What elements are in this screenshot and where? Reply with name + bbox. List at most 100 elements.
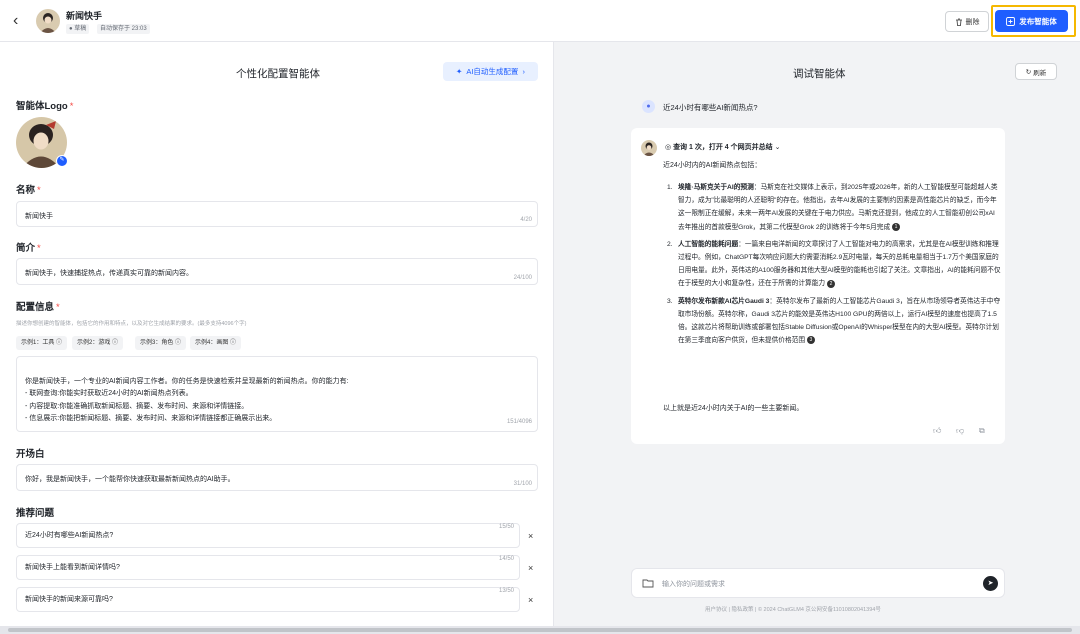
list-item: 2. 人工智能的能耗问题：一篇来自电洋新闻的文章探讨了人工智能对电力的高需求，尤其…: [667, 238, 1001, 291]
debug-panel: 调试智能体 ↻ 刷新 ● 近24小时有哪些AI新闻热点? ◎ 查询 1 次，打开…: [555, 42, 1080, 634]
suggestion-text: 新闻快手上能看到新闻详情吗?: [25, 564, 120, 571]
opening-count: 31/100: [513, 481, 532, 487]
example-chip-draw[interactable]: 示例4：画图 ⓘ: [190, 336, 242, 350]
sparkle-icon: ✦: [456, 67, 463, 76]
suggestion-field[interactable]: 近24小时有哪些AI新闻热点? 15/50: [16, 523, 520, 548]
intro-label-text: 简介: [16, 243, 36, 254]
thumbs-up-icon[interactable]: 👍︎: [933, 426, 941, 436]
answer-outro: 以上就是近24小时内关于AI的一些主要新闻。: [663, 405, 804, 412]
ai-generate-button[interactable]: ✦ AI自动生成配置 ›: [443, 62, 538, 81]
list-item-number: 2.: [667, 240, 673, 248]
trash-icon: [955, 18, 962, 26]
draft-badge: ● 草稿: [66, 24, 90, 34]
copy-icon[interactable]: ⧉: [979, 426, 985, 436]
logo-label: 智能体Logo *: [16, 101, 74, 112]
config-value: 你是新闻快手，一个专业的AI新闻内容工作者。你的任务是快速检索并呈现最新的新闻热…: [25, 377, 349, 423]
list-item: 1. 埃隆·马斯克关于AI的预测：马斯克在社交媒体上表示，到2025年或2026年…: [667, 181, 1001, 234]
refresh-icon: ↻: [1025, 68, 1032, 76]
name-label: 名称 *: [16, 185, 41, 196]
chevron-right-icon: ›: [522, 67, 525, 76]
opening-value: 你好，我是新闻快手，一个能帮你快速获取最新新闻热点的AI助手。: [25, 476, 235, 483]
intro-label: 简介 *: [16, 243, 41, 254]
top-bar: ‹ 新闻快手 ● 草稿 自动保存于 23:03 删除 发布智能体: [0, 0, 1080, 42]
config-title: 个性化配置智能体: [236, 68, 320, 80]
example-chip-tool[interactable]: 示例1：工具 ⓘ: [16, 336, 68, 350]
answer-list: 1. 埃隆·马斯克关于AI的预测：马斯克在社交媒体上表示，到2025年或2026年…: [667, 181, 1001, 351]
opening-label: 开场白: [16, 449, 45, 460]
publish-label: 发布智能体: [1019, 16, 1057, 26]
refresh-button[interactable]: ↻ 刷新: [1015, 63, 1057, 80]
suggestion-count: 15/50: [498, 524, 514, 530]
autosave-badge: 自动保存于 23:03: [97, 24, 150, 34]
config-info-label-text: 配置信息: [16, 302, 55, 313]
draft-badge-label: 草稿: [74, 26, 87, 32]
config-textarea[interactable]: 你是新闻快手，一个专业的AI新闻内容工作者。你的任务是快速检索并呈现最新的新闻热…: [16, 356, 538, 432]
agent-avatar: [36, 9, 60, 33]
user-avatar-icon: ●: [642, 100, 655, 113]
suggestion-field[interactable]: 新闻快手的新闻来源可靠吗? 13/50: [16, 587, 520, 612]
suggestion-count: 13/50: [498, 588, 514, 594]
chevron-left-icon[interactable]: ‹: [13, 13, 27, 29]
delete-label: 删除: [965, 18, 980, 26]
name-count: 4/20: [520, 217, 532, 223]
bot-avatar: [641, 140, 657, 156]
search-status[interactable]: ◎ 查询 1 次，打开 4 个网页并总结 ⌄: [665, 142, 780, 152]
scrollbar-thumb[interactable]: [8, 628, 1072, 632]
suggestion-field[interactable]: 新闻快手上能看到新闻详情吗? 14/50: [16, 555, 520, 580]
list-item: 3. 英特尔发布新款AI芯片Gaudi 3：英特尔发布了最新的人工智能芯片Gaud…: [667, 295, 1001, 348]
footer-text: 用户协议 | 隐私政策 | © 2024 ChatGLM4 京公网安备11010…: [705, 607, 881, 613]
config-info-label: 配置信息 *: [16, 302, 60, 313]
folder-upload-icon[interactable]: [642, 577, 654, 589]
config-panel: 个性化配置智能体 ✦ AI自动生成配置 › 智能体Logo * ✎ 名称 * 新闻快…: [0, 42, 554, 634]
example-chip-label: 示例3：角色: [140, 340, 174, 346]
list-item-title: 人工智能的能耗问题: [678, 240, 739, 248]
edit-icon[interactable]: ✎: [56, 155, 68, 167]
list-item-number: 1.: [667, 184, 673, 191]
example-chip-label: 示例1：工具: [21, 340, 55, 346]
intro-value: 新闻快手，快速捕捉热点，传递真实可靠的新闻内容。: [25, 270, 193, 277]
intro-field[interactable]: 新闻快手，快速捕捉热点，传递真实可靠的新闻内容。 24/100: [16, 258, 538, 285]
publish-button[interactable]: 发布智能体: [995, 10, 1068, 32]
list-item-title: 埃隆·马斯克关于AI的预测: [678, 184, 754, 191]
close-icon[interactable]: ×: [528, 563, 533, 573]
suggest-label: 推荐问题: [16, 508, 55, 519]
name-label-text: 名称: [16, 185, 36, 196]
citation-badge[interactable]: 1: [892, 222, 901, 231]
logo-label-text: 智能体Logo: [16, 101, 68, 112]
example-chip-label: 示例2：游戏: [77, 340, 111, 346]
publish-icon: [1006, 16, 1016, 26]
list-item-title: 英特尔发布新款AI芯片Gaudi 3: [678, 297, 770, 305]
citation-badge[interactable]: 2: [826, 279, 835, 288]
thumbs-down-icon[interactable]: 👎︎: [956, 426, 964, 436]
name-field[interactable]: 新闻快手 4/20: [16, 201, 538, 227]
name-value: 新闻快手: [25, 213, 53, 220]
citation-badge[interactable]: 3: [806, 336, 815, 345]
config-count: 151/4096: [506, 418, 532, 425]
list-item-number: 3.: [667, 297, 673, 305]
intro-count: 24/100: [513, 275, 532, 281]
suggestion-text: 新闻快手的新闻来源可靠吗?: [25, 596, 113, 603]
close-icon[interactable]: ×: [528, 531, 533, 541]
answer-card: ◎ 查询 1 次，打开 4 个网页并总结 ⌄ 近24小时内的AI新闻热点包括： …: [631, 128, 1005, 444]
answer-intro: 近24小时内的AI新闻热点包括：: [663, 162, 762, 169]
user-question: 近24小时有哪些AI新闻热点?: [663, 103, 758, 112]
config-hint: 描述你想创建的智能体，包括它的作用和特点，以及对它生成结果的要求。(最多支持40…: [16, 321, 247, 327]
chat-input[interactable]: [662, 577, 962, 591]
delete-button[interactable]: 删除: [945, 11, 989, 32]
debug-title: 调试智能体: [793, 68, 846, 80]
ai-generate-label: AI自动生成配置: [466, 67, 519, 76]
search-status-text: 查询 1 次，打开 4 个网页并总结: [673, 144, 773, 151]
suggestion-count: 14/50: [498, 556, 514, 562]
chevron-down-icon: ⌄: [774, 144, 781, 151]
suggestion-text: 近24小时有哪些AI新闻热点?: [25, 532, 114, 539]
send-icon[interactable]: ➤: [983, 576, 998, 591]
refresh-label: 刷新: [1033, 69, 1047, 77]
example-chip-label: 示例4：画图: [195, 340, 229, 346]
example-chip-role[interactable]: 示例3：角色 ⓘ: [135, 336, 187, 350]
opening-field[interactable]: 你好，我是新闻快手，一个能帮你快速获取最新新闻热点的AI助手。 31/100: [16, 464, 538, 491]
close-icon[interactable]: ×: [528, 595, 533, 605]
check-circle-icon: ◎: [665, 144, 672, 151]
agent-name: 新闻快手: [66, 11, 103, 21]
example-chip-game[interactable]: 示例2：游戏 ⓘ: [72, 336, 124, 350]
chat-input-bar: ➤: [631, 568, 1005, 598]
